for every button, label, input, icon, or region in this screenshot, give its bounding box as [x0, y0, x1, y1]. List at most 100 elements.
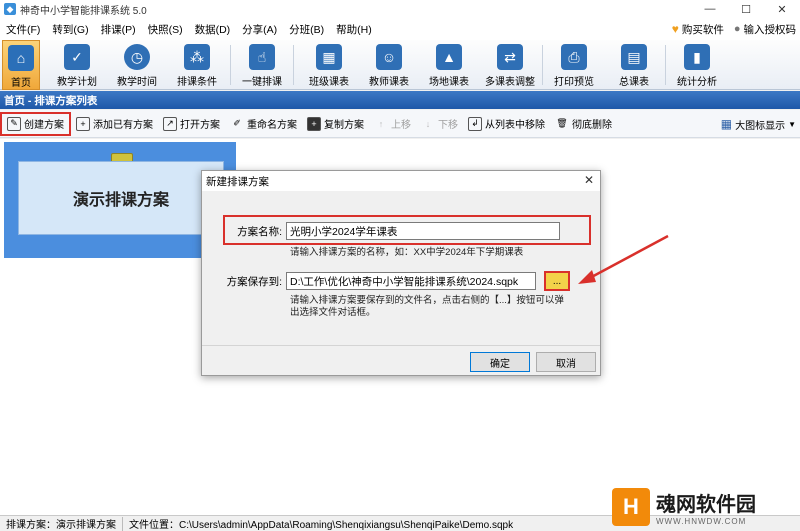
move-up-button[interactable]: ↑ 上移	[369, 112, 416, 136]
open-plan-button[interactable]: ↗ 打开方案	[158, 112, 225, 136]
clipboard-icon: ✓	[64, 44, 90, 70]
view-mode-label: 大图标显示	[735, 120, 786, 132]
printer-icon: ⎙	[561, 44, 587, 70]
dialog-close-icon[interactable]: ✕	[584, 173, 594, 187]
toolbar-venue-timetable-button[interactable]: ▲ 场地课表	[424, 40, 474, 90]
hand-pointer-icon: ☝	[249, 44, 275, 70]
arrow-down-icon: ↓	[425, 118, 431, 129]
browse-button[interactable]: ...	[544, 271, 570, 291]
toolbar-label: 班级课表	[309, 77, 349, 88]
window-controls: — ☐ ✕	[692, 0, 800, 18]
cancel-button[interactable]: 取消	[536, 352, 596, 372]
open-plan-label: 打开方案	[180, 120, 220, 131]
remove-from-list-button[interactable]: ↲ 从列表中移除	[463, 112, 550, 136]
add-existing-plan-button[interactable]: + 添加已有方案	[71, 112, 158, 136]
toolbar-teaching-time-button[interactable]: ◷ 教学时间	[112, 40, 162, 90]
add-icon: +	[76, 116, 90, 131]
create-plan-button[interactable]: ✎ 创建方案	[0, 111, 71, 136]
toolbar-label: 统计分析	[677, 77, 717, 88]
remove-icon: ↲	[468, 116, 482, 131]
calendar-icon: ▤	[621, 44, 647, 70]
plan-path-hint-line-2: 出选择文件对话框。	[290, 307, 376, 318]
toolbar-separator	[665, 45, 666, 85]
toolbar-home-button[interactable]: ⌂ 首页	[2, 40, 40, 90]
red-arrow-annotation	[578, 234, 669, 284]
main-toolbar: ⌂ 首页 ✓ 教学计划 ◷ 教学时间 ⁂ 排课条件 ☝ 一键排课 ▦ 班级课表 …	[0, 40, 800, 90]
toolbar-master-timetable-button[interactable]: ▤ 总课表	[609, 40, 659, 90]
watermark-badge: H	[612, 488, 650, 526]
toolbar-multi-adjust-button[interactable]: ⇄ 多课表调整	[482, 40, 538, 90]
clock-icon: ◷	[124, 44, 150, 70]
menu-bar: 文件(F) 转到(G) 排课(P) 快照(S) 数据(D) 分享(A) 分班(B…	[0, 18, 800, 40]
arrow-up-icon: ↑	[378, 118, 384, 129]
chart-icon: ▮	[684, 44, 710, 70]
move-down-button[interactable]: ↓ 下移	[416, 112, 463, 136]
delete-plan-button[interactable]: 🗑 彻底删除	[550, 112, 617, 136]
minimize-button[interactable]: —	[692, 0, 728, 18]
license-label: 输入授权码	[743, 23, 797, 36]
menu-classes[interactable]: 分班(B)	[283, 22, 330, 37]
edit-icon: ✎	[7, 116, 21, 131]
menu-file[interactable]: 文件(F)	[0, 22, 46, 37]
menu-snapshot[interactable]: 快照(S)	[142, 22, 189, 37]
view-grid-icon: ▦	[720, 117, 733, 131]
dialog-footer-divider	[202, 345, 600, 346]
plan-path-row: 方案保存到: ...	[206, 271, 570, 291]
move-up-label: 上移	[391, 120, 411, 131]
toolbar-auto-schedule-button[interactable]: ☝ 一键排课	[237, 40, 287, 90]
conditions-icon: ⁂	[184, 44, 210, 70]
toolbar-label: 教学计划	[57, 77, 97, 88]
menu-goto[interactable]: 转到(G)	[46, 22, 94, 37]
plan-action-bar: ✎ 创建方案 + 添加已有方案 ↗ 打开方案 ✐ 重命名方案 + 复制方案 ↑ …	[0, 110, 800, 138]
chevron-down-icon: ▼	[788, 119, 796, 129]
rename-plan-button[interactable]: ✐ 重命名方案	[225, 112, 302, 136]
plan-name-hint: 请输入排课方案的名称，如：XX中学2024年下学期课表	[290, 247, 524, 258]
toolbar-separator	[293, 45, 294, 85]
menu-right-group: ♥ 购买软件 ● 输入授权码	[672, 18, 796, 40]
toolbar-conditions-button[interactable]: ⁂ 排课条件	[172, 40, 222, 90]
watermark-url: WWW.HNWDW.COM	[656, 517, 747, 526]
rename-plan-label: 重命名方案	[247, 120, 297, 131]
toolbar-label: 多课表调整	[485, 77, 535, 88]
adjust-icon: ⇄	[497, 44, 523, 70]
move-down-label: 下移	[438, 120, 458, 131]
toolbar-label: 教学时间	[117, 77, 157, 88]
menu-schedule[interactable]: 排课(P)	[95, 22, 142, 37]
close-window-button[interactable]: ✕	[764, 0, 800, 18]
plan-path-hint-line-1: 请输入排课方案要保存到的文件名，点击右侧的【...】按钮可以弹	[290, 295, 564, 306]
toolbar-label: 打印预览	[554, 77, 594, 88]
toolbar-print-preview-button[interactable]: ⎙ 打印预览	[549, 40, 599, 90]
toolbar-class-timetable-button[interactable]: ▦ 班级课表	[304, 40, 354, 90]
building-icon: ▲	[436, 44, 462, 70]
maximize-button[interactable]: ☐	[728, 0, 764, 18]
buy-software-label: 购买软件	[681, 23, 724, 36]
plan-name-input[interactable]	[286, 222, 560, 240]
watermark-logo: H 魂网软件园 WWW.HNWDW.COM	[612, 483, 800, 531]
toolbar-statistics-button[interactable]: ▮ 统计分析	[672, 40, 722, 90]
buy-software-link[interactable]: ♥ 购买软件	[672, 22, 724, 37]
ok-button[interactable]: 确定	[470, 352, 530, 372]
watermark-name: 魂网软件园	[656, 494, 756, 516]
app-logo-icon: ◆	[4, 3, 16, 15]
create-plan-label: 创建方案	[24, 120, 64, 131]
title-bar: ◆ 神奇中小学智能排课系统 5.0 — ☐ ✕	[0, 0, 800, 18]
copy-plan-button[interactable]: + 复制方案	[302, 112, 369, 136]
toolbar-label: 总课表	[619, 77, 649, 88]
watermark-text: 魂网软件园 WWW.HNWDW.COM	[656, 488, 756, 526]
dialog-title-bar: 新建排课方案 ✕	[202, 171, 600, 191]
toolbar-teacher-timetable-button[interactable]: ☺ 教师课表	[364, 40, 414, 90]
plan-path-input[interactable]	[286, 272, 536, 290]
open-external-icon: ↗	[163, 116, 177, 131]
trash-icon: 🗑	[556, 118, 568, 128]
menu-share[interactable]: 分享(A)	[236, 22, 283, 37]
plan-card-name: 演示排课方案	[18, 161, 224, 235]
view-mode-dropdown[interactable]: ▦ 大图标显示 ▼	[721, 112, 796, 136]
toolbar-label: 排课条件	[177, 77, 217, 88]
add-existing-label: 添加已有方案	[93, 120, 153, 131]
menu-data[interactable]: 数据(D)	[189, 22, 237, 37]
toolbar-teaching-plan-button[interactable]: ✓ 教学计划	[52, 40, 102, 90]
new-plan-dialog: 新建排课方案 ✕ 方案名称: 请输入排课方案的名称，如：XX中学2024年下学期…	[201, 170, 601, 376]
license-link[interactable]: ● 输入授权码	[734, 22, 796, 37]
toolbar-label: 教师课表	[369, 77, 409, 88]
menu-help[interactable]: 帮助(H)	[330, 22, 378, 37]
